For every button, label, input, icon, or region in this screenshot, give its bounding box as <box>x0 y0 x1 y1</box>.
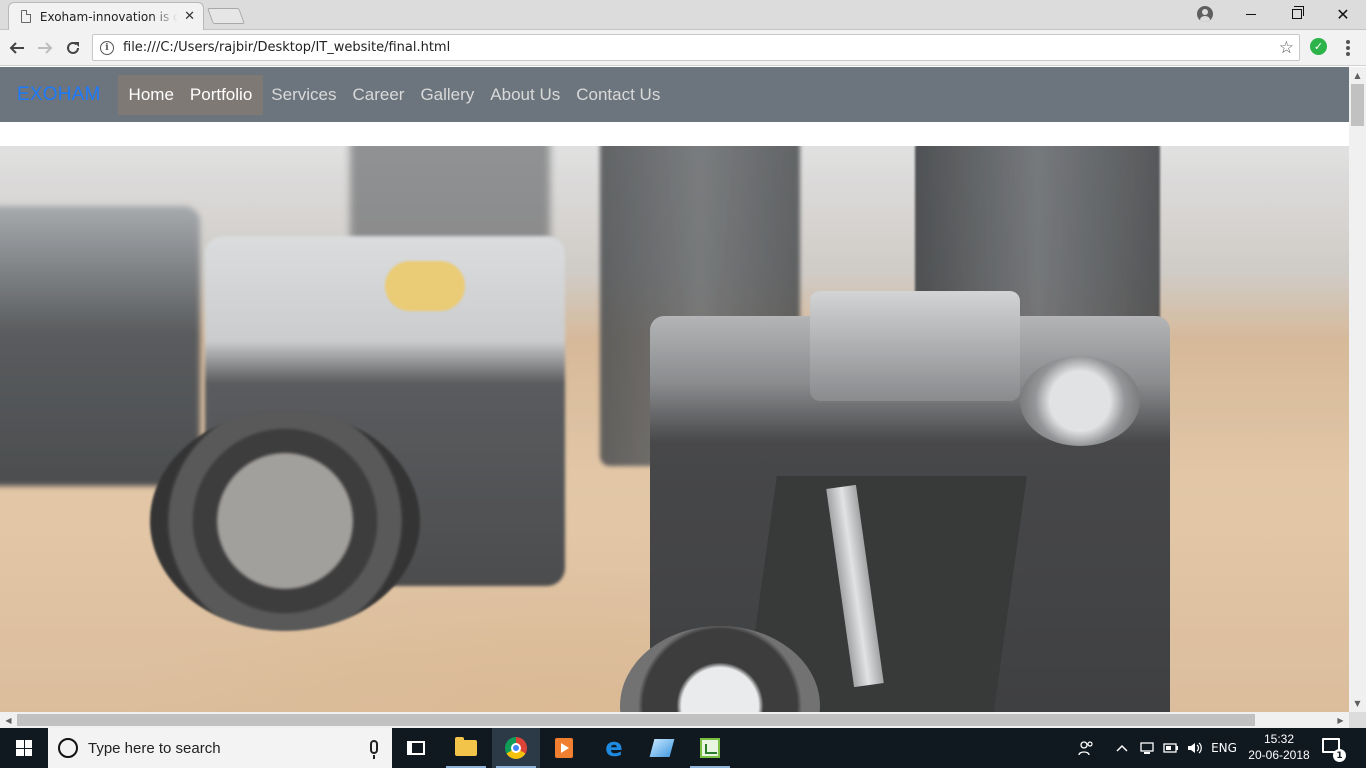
extension-check-icon[interactable]: ✓ <box>1310 38 1327 55</box>
chrome-taskbar-button[interactable] <box>492 728 540 768</box>
vertical-scrollbar[interactable]: ▲ ▼ <box>1349 67 1366 712</box>
address-bar[interactable]: i file:///C:/Users/rajbir/Desktop/IT_web… <box>92 34 1300 61</box>
volume-icon[interactable] <box>1184 728 1206 768</box>
image-overlay <box>0 146 1349 712</box>
page-viewport: EXOHAM Home Portfolio Services Career Ga… <box>0 67 1349 712</box>
clock-date: 20-06-2018 <box>1248 748 1310 762</box>
scroll-right-icon[interactable]: ▶ <box>1332 712 1349 728</box>
arrow-right-icon <box>38 42 53 54</box>
browser-menu-icon[interactable] <box>1344 38 1352 58</box>
notification-badge: 1 <box>1333 749 1346 762</box>
scrollbar-corner <box>1349 712 1366 728</box>
chrome-icon <box>505 737 527 759</box>
minimize-button[interactable] <box>1228 0 1274 28</box>
taskbar-search-box[interactable]: Type here to search <box>48 728 392 768</box>
media-player-icon <box>555 738 573 758</box>
minimize-icon <box>1246 13 1256 15</box>
windows-logo-icon <box>16 740 32 756</box>
browser-tab-strip: Exoham-innovation is dre ✕ ✕ <box>0 0 1366 30</box>
taskbar-clock[interactable]: 15:32 20-06-2018 <box>1246 731 1312 763</box>
browser-toolbar: i file:///C:/Users/rajbir/Desktop/IT_web… <box>0 30 1366 66</box>
nav-link-contact-us[interactable]: Contact Us <box>568 85 668 105</box>
cortana-icon <box>58 738 78 758</box>
horizontal-scroll-thumb[interactable] <box>17 714 1255 726</box>
windows-taskbar: Type here to search e ENG 15:32 20-06-20… <box>0 728 1366 768</box>
scroll-down-icon[interactable]: ▼ <box>1349 695 1366 712</box>
network-icon[interactable] <box>1136 728 1158 768</box>
spreadsheet-app-icon <box>700 738 720 758</box>
notepad-icon <box>649 739 675 757</box>
back-button[interactable] <box>5 36 29 60</box>
clock-time: 15:32 <box>1263 732 1295 746</box>
forward-button[interactable] <box>33 36 57 60</box>
nav-link-gallery[interactable]: Gallery <box>412 85 482 105</box>
edge-button[interactable]: e <box>590 728 638 768</box>
spreadsheet-app-button[interactable] <box>686 728 734 768</box>
search-placeholder: Type here to search <box>88 739 221 757</box>
language-indicator[interactable]: ENG <box>1208 728 1240 768</box>
nav-link-portfolio[interactable]: Portfolio <box>182 85 260 105</box>
nav-link-services[interactable]: Services <box>263 85 344 105</box>
notepad-button[interactable] <box>638 728 686 768</box>
url-text: file:///C:/Users/rajbir/Desktop/IT_websi… <box>123 40 451 55</box>
info-icon[interactable]: i <box>100 40 114 55</box>
task-view-icon <box>407 741 425 755</box>
file-explorer-button[interactable] <box>442 728 490 768</box>
scroll-left-icon[interactable]: ◀ <box>0 712 17 728</box>
microphone-icon[interactable] <box>370 740 378 759</box>
reload-button[interactable] <box>61 36 85 60</box>
document-icon <box>21 10 31 23</box>
maximize-button[interactable] <box>1274 0 1320 28</box>
nav-active-group: Home Portfolio <box>117 74 264 115</box>
site-navbar: EXOHAM Home Portfolio Services Career Ga… <box>0 67 1349 122</box>
people-icon[interactable] <box>1074 728 1098 768</box>
bookmark-star-icon[interactable]: ☆ <box>1279 38 1294 58</box>
edge-icon: e <box>605 733 623 763</box>
file-explorer-icon <box>455 737 477 756</box>
task-view-button[interactable] <box>392 728 440 768</box>
site-brand-link[interactable]: EXOHAM <box>17 84 101 106</box>
hero-camera-image <box>0 146 1349 712</box>
tab-close-icon[interactable]: ✕ <box>184 10 195 23</box>
nav-link-career[interactable]: Career <box>344 85 412 105</box>
restore-icon <box>1292 6 1304 19</box>
scroll-up-icon[interactable]: ▲ <box>1349 67 1366 84</box>
profile-icon[interactable] <box>1197 6 1213 22</box>
battery-icon[interactable] <box>1160 728 1182 768</box>
close-window-button[interactable]: ✕ <box>1320 0 1366 28</box>
new-tab-button[interactable] <box>207 8 245 24</box>
horizontal-scrollbar[interactable]: ◀ ▶ <box>0 712 1349 728</box>
arrow-left-icon <box>9 42 24 54</box>
tab-title: Exoham-innovation is dre <box>39 9 179 24</box>
media-player-button[interactable] <box>540 728 588 768</box>
show-hidden-icons-chevron-icon[interactable] <box>1112 728 1132 768</box>
browser-tab[interactable]: Exoham-innovation is dre ✕ <box>8 2 204 30</box>
reload-icon <box>67 41 79 54</box>
start-button[interactable] <box>0 728 48 768</box>
nav-link-about-us[interactable]: About Us <box>482 85 568 105</box>
nav-link-home[interactable]: Home <box>121 85 182 105</box>
vertical-scroll-thumb[interactable] <box>1351 84 1364 126</box>
